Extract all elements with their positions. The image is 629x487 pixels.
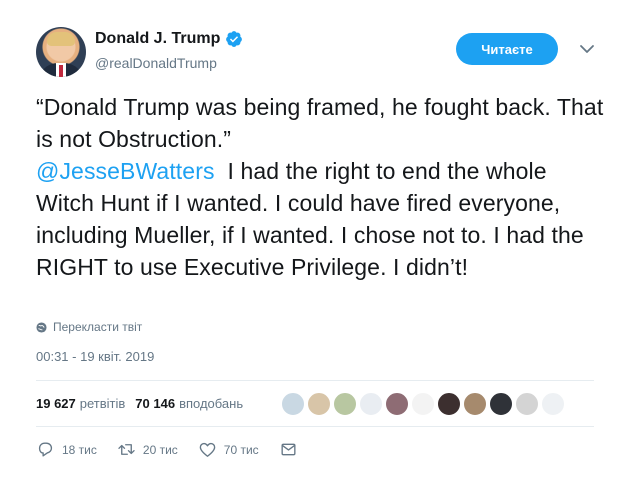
divider <box>36 380 594 381</box>
avatar[interactable] <box>36 27 86 77</box>
mention-link[interactable]: @JesseBWatters <box>36 158 215 184</box>
reply-count: 18 тис <box>62 442 97 457</box>
following-button[interactable]: Читаєте <box>456 33 558 65</box>
tweet-quote: “Donald Trump was being framed, he fough… <box>36 94 604 152</box>
retweets-count: 19 627 <box>36 396 76 411</box>
tweet-stats: 19 627 ретвітів 70 146 вподобань <box>36 396 253 411</box>
liker-avatar[interactable] <box>540 391 566 417</box>
verified-badge-icon <box>226 31 243 47</box>
divider <box>36 426 594 427</box>
likes-label: вподобань <box>179 396 244 411</box>
tweet-timestamp[interactable]: 00:31 - 19 квіт. 2019 <box>36 349 154 364</box>
author-handle[interactable]: @realDonaldTrump <box>95 55 217 71</box>
liker-avatar[interactable] <box>514 391 540 417</box>
author-name[interactable]: Donald J. Trump <box>95 30 220 48</box>
liker-avatar[interactable] <box>488 391 514 417</box>
liker-avatar[interactable] <box>306 391 332 417</box>
liker-avatar[interactable] <box>410 391 436 417</box>
chevron-down-icon[interactable] <box>579 43 595 55</box>
tweet-actions: 18 тис 20 тис 70 тис <box>36 440 318 459</box>
tweet-text: “Donald Trump was being framed, he fough… <box>36 91 606 283</box>
reply-icon <box>38 442 53 457</box>
liker-avatar[interactable] <box>358 391 384 417</box>
retweets-stat[interactable]: 19 627 ретвітів <box>36 396 125 411</box>
like-count: 70 тис <box>223 442 259 457</box>
direct-message-button[interactable] <box>279 440 298 459</box>
liker-avatars <box>280 391 566 417</box>
heart-icon <box>199 442 216 457</box>
envelope-icon <box>281 443 296 456</box>
likes-count: 70 146 <box>135 396 176 411</box>
liker-avatar[interactable] <box>332 391 358 417</box>
translate-tweet-link[interactable]: Перекласти твіт <box>36 320 142 334</box>
liker-avatar[interactable] <box>280 391 306 417</box>
reply-button[interactable]: 18 тис <box>36 440 97 459</box>
globe-icon <box>36 321 47 333</box>
retweet-button[interactable]: 20 тис <box>117 440 178 459</box>
liker-avatar[interactable] <box>436 391 462 417</box>
liker-avatar[interactable] <box>384 391 410 417</box>
retweets-label: ретвітів <box>79 396 126 411</box>
retweet-count: 20 тис <box>142 442 178 457</box>
liker-avatar[interactable] <box>462 391 488 417</box>
translate-label[interactable]: Перекласти твіт <box>53 320 142 334</box>
author-name-row[interactable]: Donald J. Trump <box>95 30 243 48</box>
likes-stat[interactable]: 70 146 вподобань <box>135 396 243 411</box>
tweet-header: Donald J. Trump @realDonaldTrump Читаєте <box>36 27 596 79</box>
like-button[interactable]: 70 тис <box>198 440 259 459</box>
retweet-icon <box>118 444 135 455</box>
